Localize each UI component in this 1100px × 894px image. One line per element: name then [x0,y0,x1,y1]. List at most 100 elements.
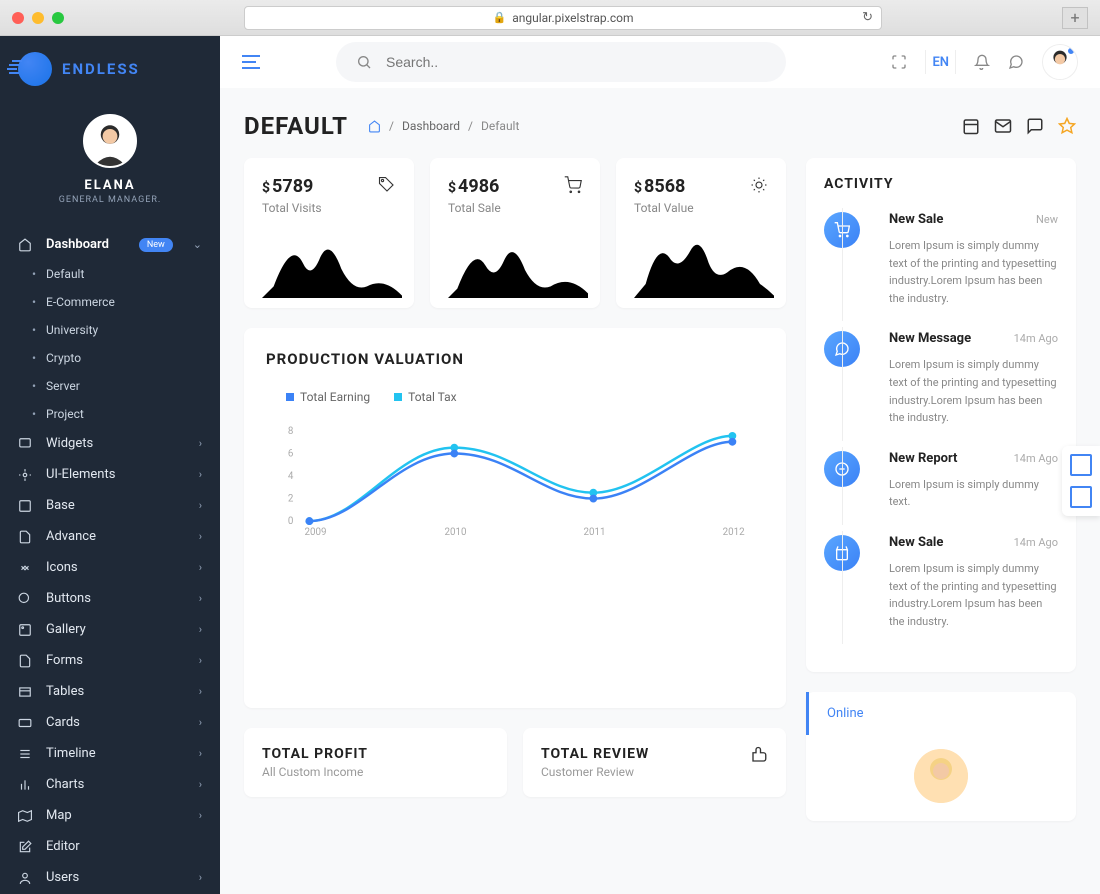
subnav-default[interactable]: Default [0,260,220,288]
float-button-2[interactable] [1070,486,1092,508]
stat-card-sale: $4986 Total Sale [430,158,600,308]
dashboard-subnav: Default E-Commerce University Crypto Ser… [0,260,220,428]
nav-item-gallery[interactable]: Gallery› [0,614,220,645]
production-card: PRODUCTION VALUATION Total Earning Total… [244,328,786,708]
subnav-ecommerce[interactable]: E-Commerce [0,288,220,316]
cards-icon [18,716,34,730]
cart-icon [564,176,582,194]
status-dot [1067,47,1075,55]
breadcrumb: / Dashboard / Default [368,119,519,133]
stat-value: $8568 [634,176,694,197]
svg-text:2010: 2010 [445,527,467,538]
logo-area[interactable]: ENDLESS [0,36,220,102]
sidebar: ENDLESS ELANA GENERAL MANAGER. Dashboard… [0,36,220,894]
breadcrumb-level1[interactable]: Dashboard [402,119,460,133]
charts-icon [18,778,34,792]
production-title: PRODUCTION VALUATION [266,350,764,368]
nav-item-advance[interactable]: Advance› [0,521,220,552]
mail-icon[interactable] [994,117,1012,135]
nav-item-map[interactable]: Map› [0,800,220,831]
breadcrumb-home-icon[interactable] [368,120,381,133]
bell-icon[interactable] [974,54,990,70]
maximize-window-button[interactable] [52,12,64,24]
nav-item-widgets[interactable]: Widgets› [0,428,220,459]
chevron-right-icon: › [199,499,202,512]
legend-item: Total Earning [286,390,370,404]
user-avatar[interactable] [83,114,137,168]
stat-cards-row: $5789 Total Visits $4986 Total Sale [244,158,786,308]
fullscreen-icon[interactable] [891,54,907,70]
url-bar[interactable]: 🔒 angular.pixelstrap.com ↻ [244,6,882,30]
nav-item-timeline[interactable]: Timeline› [0,738,220,769]
language-toggle[interactable]: EN [925,50,956,74]
users-icon [18,871,34,885]
nav-item-charts[interactable]: Charts› [0,769,220,800]
main-content: EN DEFAULT / Dashboard / Default [220,36,1100,894]
review-title: TOTAL REVIEW [541,746,649,762]
stat-value: $4986 [448,176,501,197]
sparkline [634,228,774,298]
search-bar[interactable] [336,42,786,82]
chevron-down-icon: ⌄ [193,238,202,251]
sparkline [448,228,588,298]
stat-label: Total Sale [448,201,501,215]
gallery-icon [18,623,34,637]
online-card: Online [806,692,1076,821]
home-icon [18,238,34,252]
chevron-right-icon: › [199,747,202,760]
nav-item-ui[interactable]: UI-Elements› [0,459,220,490]
online-avatar [914,749,968,803]
close-window-button[interactable] [12,12,24,24]
nav-item-buttons[interactable]: Buttons› [0,583,220,614]
timeline-icon [18,747,34,761]
icons-icon [18,561,34,575]
subnav-project[interactable]: Project [0,400,220,428]
topbar-avatar[interactable] [1042,44,1078,80]
svg-text:0: 0 [288,516,294,527]
online-title: Online [806,692,1076,735]
nav-item-editor[interactable]: Editor [0,831,220,862]
nav-item-base[interactable]: Base› [0,490,220,521]
traffic-lights [12,12,64,24]
search-input[interactable] [386,54,766,70]
chevron-right-icon: › [199,809,202,822]
activity-item: New Message14m Ago Lorem Ipsum is simply… [824,331,1058,440]
stat-label: Total Visits [262,201,322,215]
chevron-right-icon: › [199,778,202,791]
message-icon[interactable] [1008,54,1024,70]
minimize-window-button[interactable] [32,12,44,24]
user-block: ELANA GENERAL MANAGER. [0,102,220,225]
reload-icon[interactable]: ↻ [862,10,873,25]
float-button-1[interactable] [1070,454,1092,476]
chevron-right-icon: › [199,871,202,884]
brand-name: ENDLESS [62,60,140,78]
new-tab-button[interactable]: + [1062,7,1088,29]
chat-icon[interactable] [1026,117,1044,135]
nav-item-dashboard[interactable]: Dashboard New ⌄ [0,229,220,260]
nav-item-icons[interactable]: Icons› [0,552,220,583]
nav-item-cards[interactable]: Cards› [0,707,220,738]
production-chart: 8 6 4 2 0 2009 2010 2011 2012 [266,418,764,538]
chevron-right-icon: › [199,561,202,574]
subnav-crypto[interactable]: Crypto [0,344,220,372]
nav-item-users[interactable]: Users› [0,862,220,893]
svg-text:2: 2 [288,494,294,505]
breadcrumb-level2: Default [481,119,519,133]
activity-item: New Sale14m Ago Lorem Ipsum is simply du… [824,535,1058,644]
profit-sub: All Custom Income [262,765,489,779]
chevron-right-icon: › [199,437,202,450]
sparkline [262,228,402,298]
nav-item-forms[interactable]: Forms› [0,645,220,676]
nav-item-tables[interactable]: Tables› [0,676,220,707]
star-icon[interactable] [1058,117,1076,135]
menu-toggle-icon[interactable] [242,55,260,69]
svg-text:8: 8 [288,426,294,437]
float-settings-panel [1062,446,1100,516]
subnav-server[interactable]: Server [0,372,220,400]
thumbs-up-icon [750,746,768,764]
calendar-icon[interactable] [962,117,980,135]
subnav-university[interactable]: University [0,316,220,344]
new-badge: New [139,238,173,252]
svg-text:4: 4 [288,471,294,482]
svg-text:2009: 2009 [304,527,326,538]
